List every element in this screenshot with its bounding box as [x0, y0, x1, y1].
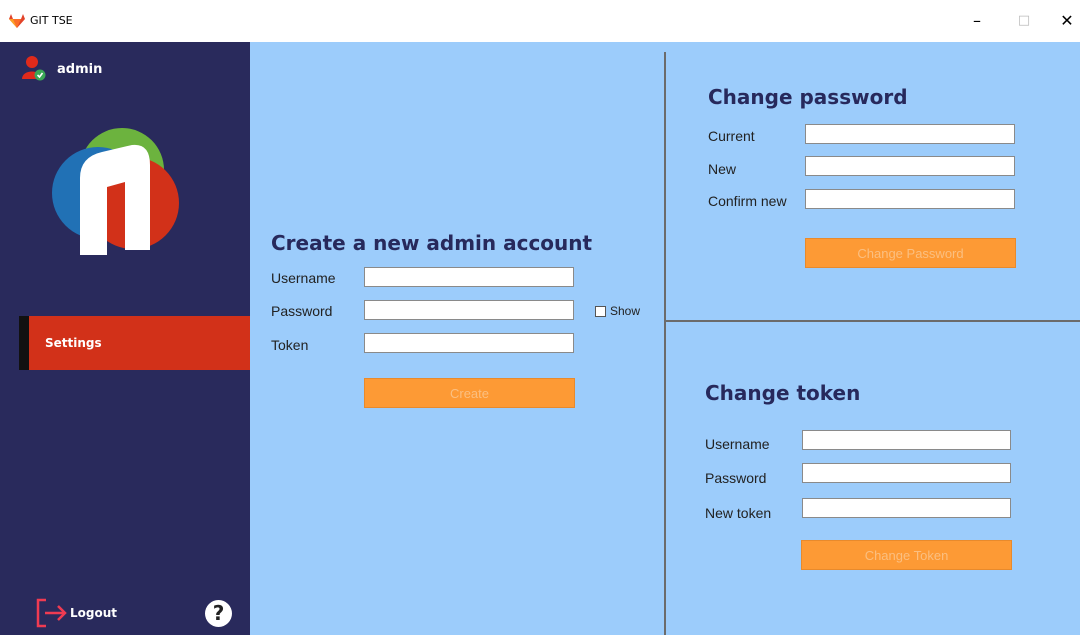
help-icon[interactable]: ?: [205, 600, 232, 627]
show-password-checkbox[interactable]: [595, 306, 606, 317]
new-password-label: New: [708, 161, 737, 177]
token-password-input[interactable]: [802, 463, 1011, 483]
confirm-password-input[interactable]: [805, 189, 1015, 209]
token-password-label: Password: [705, 470, 767, 486]
new-token-input[interactable]: [802, 498, 1011, 518]
logout-arrow-icon: [36, 598, 67, 628]
show-password-label: Show: [610, 304, 641, 318]
token-username-input[interactable]: [802, 430, 1011, 450]
change-password-heading: Change password: [708, 85, 908, 109]
gitlab-fox-icon: [9, 14, 25, 28]
current-password-input[interactable]: [805, 124, 1015, 144]
create-password-label: Password: [271, 303, 333, 319]
change-token-heading: Change token: [705, 381, 861, 405]
current-password-label: Current: [708, 128, 755, 144]
logout-button[interactable]: Logout: [36, 598, 136, 628]
title-bar: GIT TSE – □ ✕: [0, 0, 1080, 42]
logo-icon: [52, 128, 179, 255]
create-token-input[interactable]: [364, 333, 574, 353]
new-password-input[interactable]: [805, 156, 1015, 176]
token-username-label: Username: [705, 436, 770, 452]
sidebar-item-label: Settings: [45, 336, 102, 350]
create-admin-heading: Create a new admin account: [271, 231, 593, 255]
close-button[interactable]: ✕: [1055, 10, 1079, 32]
window-title: GIT TSE: [30, 14, 73, 27]
maximize-button[interactable]: □: [1012, 10, 1036, 32]
change-token-button[interactable]: Change Token: [801, 540, 1012, 570]
confirm-password-label: Confirm new: [708, 193, 787, 209]
user-name: admin: [57, 62, 103, 77]
horizontal-divider: [666, 320, 1080, 322]
sidebar-item-settings[interactable]: Settings: [19, 316, 250, 370]
change-password-button[interactable]: Change Password: [805, 238, 1016, 268]
create-button[interactable]: Create: [364, 378, 575, 408]
create-token-label: Token: [271, 337, 309, 353]
logout-label: Logout: [70, 606, 118, 620]
create-password-input[interactable]: [364, 300, 574, 320]
create-username-input[interactable]: [364, 267, 574, 287]
user-check-icon: [22, 56, 46, 81]
new-token-label: New token: [705, 505, 772, 521]
create-username-label: Username: [271, 270, 336, 286]
vertical-divider: [664, 52, 666, 635]
minimize-button[interactable]: –: [965, 10, 989, 32]
